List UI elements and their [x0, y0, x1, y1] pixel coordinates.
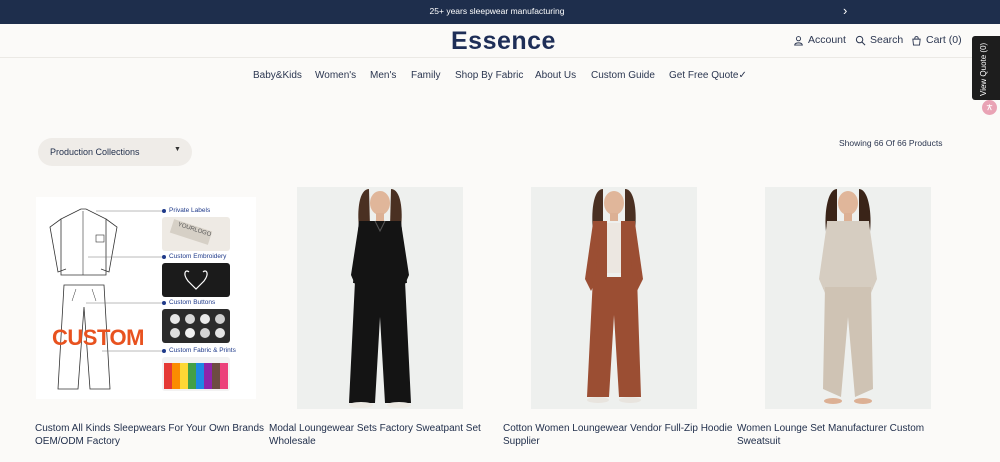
view-quote-label: View Quote (0) [979, 42, 988, 96]
product-title[interactable]: Women Lounge Set Manufacturer Custom Swe… [737, 422, 967, 448]
product-image-lounge-set[interactable] [765, 187, 931, 409]
model-figure [819, 189, 877, 404]
announcement-next-icon[interactable]: › [843, 3, 847, 18]
site-logo[interactable]: Essence [451, 27, 556, 56]
search-icon [855, 35, 866, 45]
product-image-modal-loungewear[interactable] [297, 187, 463, 409]
view-quote-tab[interactable]: View Quote (0) [972, 36, 1000, 100]
custom-infographic [49, 208, 230, 391]
label-private-labels: Private Labels [169, 207, 211, 214]
chevron-down-icon: ▼ [174, 146, 181, 153]
label-custom-embroidery: Custom Embroidery [169, 253, 227, 260]
nav-item-baby-kids[interactable]: Baby&Kids [253, 70, 302, 81]
results-count: Showing 66 Of 66 Products [839, 138, 943, 148]
model-figure [585, 189, 643, 403]
product-title[interactable]: Cotton Women Loungewear Vendor Full-Zip … [503, 422, 733, 448]
user-icon [794, 35, 803, 46]
account-label: Account [808, 34, 846, 46]
product-image-cotton-hoodie[interactable] [531, 187, 697, 409]
search-link[interactable]: Search [855, 34, 903, 46]
nav-item-custom-guide[interactable]: Custom Guide [591, 70, 655, 81]
translate-icon[interactable] [982, 100, 997, 115]
label-custom-fabric: Custom Fabric & Prints [169, 347, 236, 354]
product-title[interactable]: Custom All Kinds Sleepwears For Your Own… [35, 422, 265, 448]
site-header: Essence Account Search Cart (0) [0, 24, 1000, 58]
nav-item-mens[interactable]: Men's [370, 70, 396, 81]
nav-item-womens[interactable]: Women's [315, 70, 356, 81]
nav-item-family[interactable]: Family [411, 70, 440, 81]
main-nav: Baby&Kids Women's Men's Family Shop By F… [0, 70, 1000, 84]
custom-big-text: CUSTOM [52, 325, 144, 350]
collection-filter-dropdown[interactable]: Production Collections ▼ [38, 138, 192, 166]
nav-item-about-us[interactable]: About Us [535, 70, 576, 81]
nav-item-get-free-quote[interactable]: Get Free Quote✓ [669, 70, 747, 81]
search-label: Search [870, 34, 904, 46]
nav-item-shop-by-fabric[interactable]: Shop By Fabric [455, 70, 523, 81]
model-figure [349, 189, 411, 408]
announcement-bar: 25+ years sleepwear manufacturing › [0, 0, 1000, 24]
cart-bag-icon [912, 35, 921, 46]
product-image-custom[interactable]: Private Labels Custom Embroidery Custom … [36, 197, 256, 399]
label-custom-buttons: Custom Buttons [169, 299, 216, 306]
collection-filter-label: Production Collections [50, 147, 140, 157]
account-link[interactable]: Account [793, 34, 846, 46]
cart-link[interactable]: Cart (0) [911, 34, 962, 46]
product-title[interactable]: Modal Loungewear Sets Factory Sweatpant … [269, 422, 499, 448]
cart-label: Cart (0) [926, 34, 962, 46]
